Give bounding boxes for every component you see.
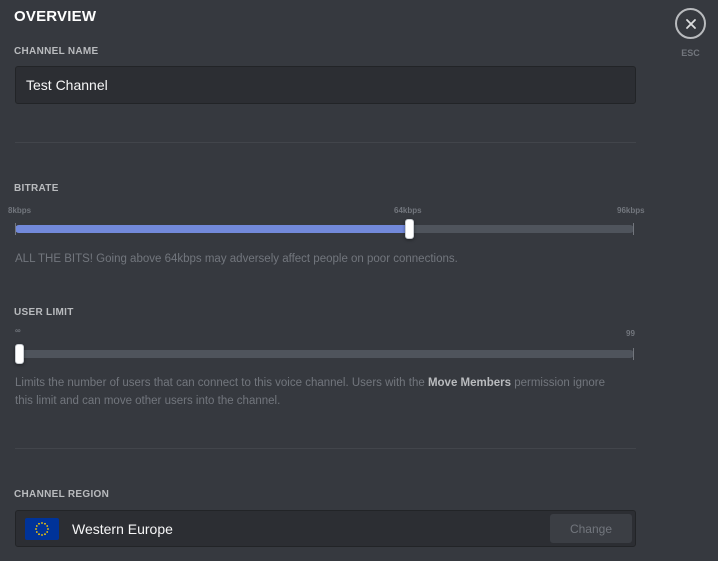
user-limit-label: USER LIMIT (14, 307, 74, 318)
divider (15, 142, 636, 143)
user-limit-note-text: Limits the number of users that can conn… (15, 377, 428, 389)
change-region-button[interactable]: Change (550, 514, 632, 543)
flag-star (35, 525, 38, 527)
channel-name-label: CHANNEL NAME (14, 46, 99, 57)
bitrate-label: BITRATE (14, 183, 59, 194)
bitrate-note: ALL THE BITS! Going above 64kbps may adv… (15, 253, 458, 265)
flag-star (41, 522, 43, 524)
channel-region-label: CHANNEL REGION (14, 489, 110, 500)
flag-star (35, 531, 38, 533)
bitrate-min-label: 8kbps (8, 206, 32, 215)
bitrate-mid-label: 64kbps (394, 206, 422, 215)
user-limit-slider-handle[interactable] (15, 344, 24, 364)
user-limit-min-label: ∞ (15, 326, 21, 335)
flag-star (46, 531, 49, 533)
close-icon (685, 18, 696, 29)
flag-star (44, 522, 46, 525)
eu-flag-icon (25, 518, 59, 540)
flag-star (44, 533, 46, 536)
bitrate-tick-min (15, 223, 16, 235)
flag-star (41, 534, 43, 536)
flag-star (38, 533, 40, 536)
flag-star (38, 522, 40, 525)
bitrate-slider-handle[interactable] (404, 219, 414, 239)
user-limit-slider[interactable] (15, 344, 634, 364)
region-name: Western Europe (72, 521, 173, 537)
divider (15, 448, 636, 449)
move-members-text: Move Members (427, 377, 512, 389)
user-limit-note: Limits the number of users that can conn… (15, 374, 625, 410)
channel-settings-overview: OVERVIEW ESC CHANNEL NAME BITRATE 8kbps … (0, 0, 718, 561)
flag-star (35, 528, 37, 530)
channel-name-input[interactable] (15, 66, 636, 104)
flag-star (47, 528, 49, 530)
bitrate-slider-fill (15, 225, 409, 233)
bitrate-tick-max (633, 223, 634, 235)
close-button[interactable] (675, 8, 706, 39)
bitrate-slider[interactable] (15, 219, 634, 239)
bitrate-max-label: 96kbps (617, 206, 645, 215)
page-title: OVERVIEW (14, 8, 97, 25)
esc-label: ESC (681, 48, 700, 58)
region-selector: Western Europe Change (15, 510, 636, 547)
flag-star (46, 525, 49, 527)
user-limit-tick-max (633, 348, 634, 360)
user-limit-max-label: 99 (626, 329, 635, 338)
